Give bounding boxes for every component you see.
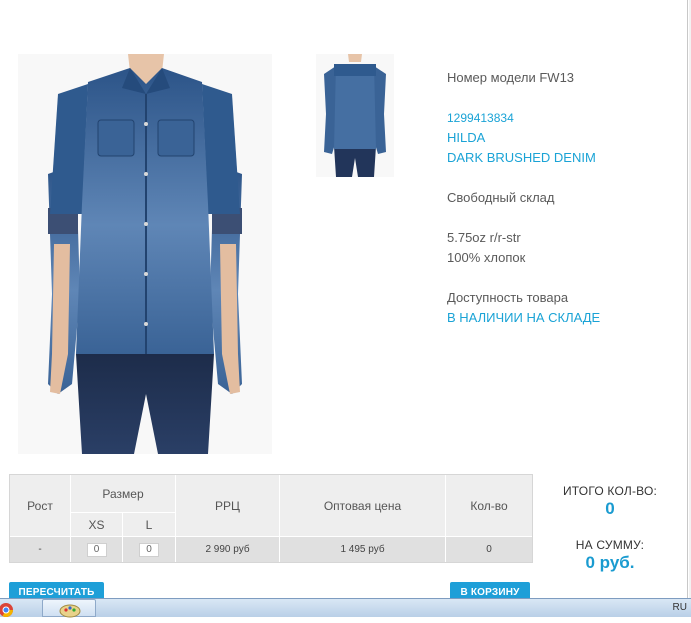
model-number: Номер модели FW13 [447,70,575,85]
row-qty-l-cell [123,537,176,562]
total-count-label: ИТОГО КОЛ-ВО: [562,484,658,498]
fabric-composition: 100% хлопок [447,250,526,265]
qty-input-xs[interactable] [86,542,107,557]
taskbar-app-button[interactable] [42,599,96,618]
os-taskbar: RU [0,598,691,618]
chrome-icon[interactable] [0,601,18,617]
header-height: Рост [10,475,71,537]
availability-label: Доступность товара [447,290,569,305]
row-wholesale: 1 495 руб [280,537,446,562]
order-table: Рост Размер XS L РРЦ Оптовая цена Кол-во… [9,474,533,563]
stock-type: Свободный склад [447,190,555,205]
product-variant-link[interactable]: DARK BRUSHED DENIM [447,148,682,168]
qty-input-l[interactable] [139,542,159,557]
row-qty-xs-cell [71,537,123,562]
product-main-photo[interactable] [18,54,272,454]
total-sum-value: 0 руб. [585,553,635,572]
availability-value[interactable]: В НАЛИЧИИ НА СКЛАДЕ [447,308,682,328]
header-rrp: РРЦ [176,475,280,537]
header-qty: Кол-во [446,475,532,537]
paint-icon [59,604,81,618]
fabric-weight: 5.75oz r/r-str [447,230,521,245]
header-wholesale: Оптовая цена [280,475,446,537]
product-name-link[interactable]: HILDA [447,128,682,148]
row-height: - [10,537,71,562]
keyboard-language[interactable]: RU [673,602,687,613]
order-totals: ИТОГО КОЛ-ВО: 0 НА СУММУ: 0 руб. [548,484,672,574]
row-rrp: 2 990 руб [176,537,280,562]
header-size: Размер [71,475,176,513]
row-qty: 0 [446,537,532,562]
product-sku-link[interactable]: 1299413834 [447,108,682,128]
window-edge [687,0,688,600]
product-info: Номер модели FW13 1299413834 HILDA DARK … [447,68,682,328]
product-thumb-photo[interactable] [316,54,394,177]
header-size-l: L [123,513,176,537]
header-size-xs: XS [71,513,123,537]
total-sum-label: НА СУММУ: [575,538,645,552]
total-count-value: 0 [605,499,615,518]
